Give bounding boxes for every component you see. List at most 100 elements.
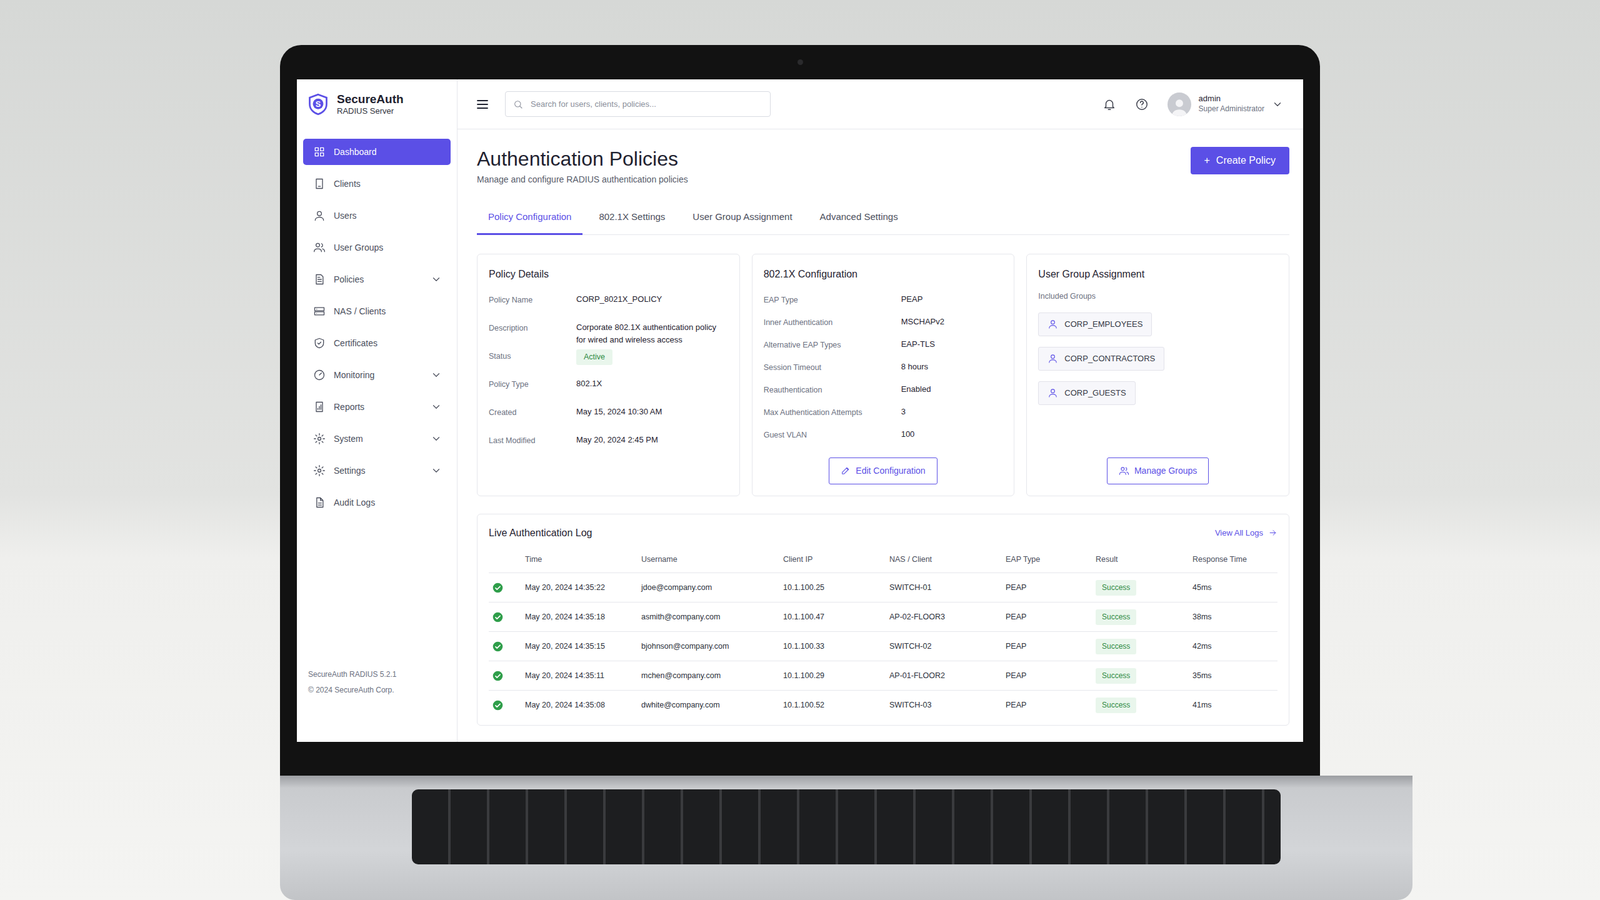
log-cell: 35ms — [1188, 661, 1278, 691]
laptop: SSecureAuthRADIUS Server Dashboard Clients… — [280, 45, 1320, 900]
search-input[interactable] — [529, 97, 763, 112]
sidebar-item[interactable]: Clients — [303, 170, 451, 197]
field-label: EAP Type — [763, 293, 902, 307]
log-row[interactable]: May 20, 2024 14:35:11mchen@company.com10… — [488, 661, 1278, 691]
log-body: May 20, 2024 14:35:22jdoe@company.com10.… — [488, 573, 1278, 720]
create-policy-button[interactable]: +Create Policy — [1190, 146, 1290, 175]
result-cell: Success — [1091, 573, 1189, 603]
field-label: Reauthentication — [763, 383, 902, 397]
sidebar-item[interactable]: System — [303, 425, 451, 452]
status-cell — [488, 573, 522, 603]
chevron-down-icon — [430, 465, 442, 477]
sidebar-item[interactable]: Audit Logs — [303, 489, 451, 516]
field-value: Enabled — [901, 383, 932, 396]
sidebar-item[interactable]: Reports — [303, 393, 451, 420]
shield-icon — [313, 336, 326, 350]
log-cell: PEAP — [1001, 631, 1092, 662]
document-icon — [313, 273, 326, 286]
button-row: Edit Configuration — [763, 451, 1004, 485]
log-cell: asmith@company.com — [637, 602, 780, 632]
camera-dot — [797, 59, 804, 65]
status-cell — [488, 602, 522, 632]
users-icon — [313, 241, 326, 254]
header-row: TimeUsernameClient IPNAS / ClientEAP Typ… — [488, 546, 1278, 574]
result-cell: Success — [1091, 631, 1189, 662]
app-name: SecureAuth — [336, 92, 404, 107]
tab-bar: Policy Configuration802.1X SettingsUser … — [476, 203, 1290, 235]
group-name: CORP_EMPLOYEES — [1064, 318, 1143, 331]
sidebar-label: Dashboard — [333, 145, 442, 159]
sidebar: SSecureAuthRADIUS Server Dashboard Clients… — [296, 79, 458, 742]
user-icon — [1047, 353, 1059, 364]
result-badge: Success — [1095, 638, 1137, 655]
log-cell: PEAP — [1001, 573, 1092, 603]
user-menu[interactable]: adminSuper Administrator — [1167, 92, 1284, 117]
group-chip[interactable]: CORP_EMPLOYEES — [1038, 312, 1152, 337]
log-row[interactable]: May 20, 2024 14:35:08dwhite@company.com1… — [488, 690, 1278, 720]
log-table: TimeUsernameClient IPNAS / ClientEAP Typ… — [488, 546, 1278, 720]
tab[interactable]: Advanced Settings — [808, 203, 910, 235]
log-row[interactable]: May 20, 2024 14:35:15bjohnson@company.co… — [488, 631, 1278, 662]
sidebar-item[interactable]: Certificates — [303, 330, 451, 357]
user-name: admin — [1198, 93, 1265, 105]
field-row: DescriptionCorporate 802.1X authenticati… — [488, 318, 729, 347]
log-row[interactable]: May 20, 2024 14:35:18asmith@company.com1… — [488, 602, 1278, 632]
sidebar-item[interactable]: Settings — [303, 457, 451, 484]
field-row: Max Authentication Attempts3 — [763, 403, 1004, 426]
sidebar-item[interactable]: User Groups — [303, 234, 451, 261]
arrow-right-icon — [1268, 528, 1278, 538]
menu-icon[interactable] — [475, 96, 490, 112]
sidebar-item[interactable]: Users — [303, 202, 451, 229]
sidebar-item[interactable]: Dashboard — [303, 138, 451, 165]
log-cell: 10.1.100.33 — [779, 631, 886, 662]
column-header: EAP Type — [1001, 546, 1092, 574]
group-name: CORP_GUESTS — [1064, 386, 1126, 400]
user-icon — [313, 209, 326, 222]
sidebar-item[interactable]: Monitoring — [303, 361, 451, 389]
field-label: Policy Type — [488, 377, 577, 391]
status-cell — [488, 631, 522, 662]
chevron-down-icon — [1271, 98, 1284, 110]
brand[interactable]: SSecureAuthRADIUS Server — [296, 79, 457, 130]
user-role: Super Administrator — [1198, 104, 1265, 115]
sidebar-item[interactable]: Policies — [303, 266, 451, 293]
group-list: CORP_EMPLOYEES CORP_CONTRACTORS CORP_GUEST… — [1038, 312, 1278, 405]
tab[interactable]: Policy Configuration — [476, 203, 583, 235]
log-cell: bjohnson@company.com — [637, 631, 780, 662]
field-row: EAP TypePEAP — [763, 290, 1004, 314]
tab[interactable]: 802.1X Settings — [587, 203, 677, 235]
group-chip[interactable]: CORP_GUESTS — [1038, 381, 1135, 405]
user-info: adminSuper Administrator — [1198, 93, 1265, 114]
bell-icon[interactable] — [1102, 97, 1117, 112]
log-cell: May 20, 2024 14:35:22 — [521, 573, 638, 603]
groups-label: Included Groups — [1038, 290, 1278, 303]
manage-groups-button[interactable]: Manage Groups — [1106, 457, 1209, 485]
field-value: MSCHAPv2 — [901, 315, 945, 329]
view-all-logs-link[interactable]: View All Logs — [1215, 526, 1278, 540]
top-bar: adminSuper Administrator — [457, 79, 1304, 130]
result-badge: Success — [1095, 580, 1137, 596]
tab[interactable]: User Group Assignment — [681, 203, 804, 235]
config-card: 802.1X ConfigurationEAP TypePEAPInner Au… — [751, 253, 1015, 497]
log-cell: 10.1.100.52 — [779, 690, 886, 720]
result-badge: Success — [1095, 609, 1137, 625]
gear-icon — [313, 464, 326, 477]
search-box[interactable] — [505, 91, 771, 117]
avatar[interactable] — [1167, 92, 1192, 117]
log-cell: 10.1.100.25 — [779, 573, 886, 603]
device-icon — [313, 177, 326, 190]
card-title: User Group Assignment — [1038, 266, 1278, 282]
sidebar-item[interactable]: NAS / Clients — [303, 298, 451, 325]
users-icon — [1118, 465, 1130, 477]
help-icon[interactable] — [1135, 97, 1149, 112]
column-header: NAS / Client — [885, 546, 1002, 574]
main-area: adminSuper AdministratorAuthentication P… — [457, 79, 1304, 742]
log-cell: PEAP — [1001, 690, 1092, 720]
field-row: Last ModifiedMay 20, 2024 2:45 PM — [488, 431, 729, 460]
log-cell: dwhite@company.com — [637, 690, 780, 720]
log-row[interactable]: May 20, 2024 14:35:22jdoe@company.com10.… — [488, 573, 1278, 603]
field-label: Policy Name — [488, 293, 577, 307]
group-chip[interactable]: CORP_CONTRACTORS — [1038, 346, 1165, 371]
edit-configuration-button[interactable]: Edit Configuration — [828, 457, 937, 485]
field-row: Policy NameCORP_8021X_POLICY — [488, 290, 729, 319]
